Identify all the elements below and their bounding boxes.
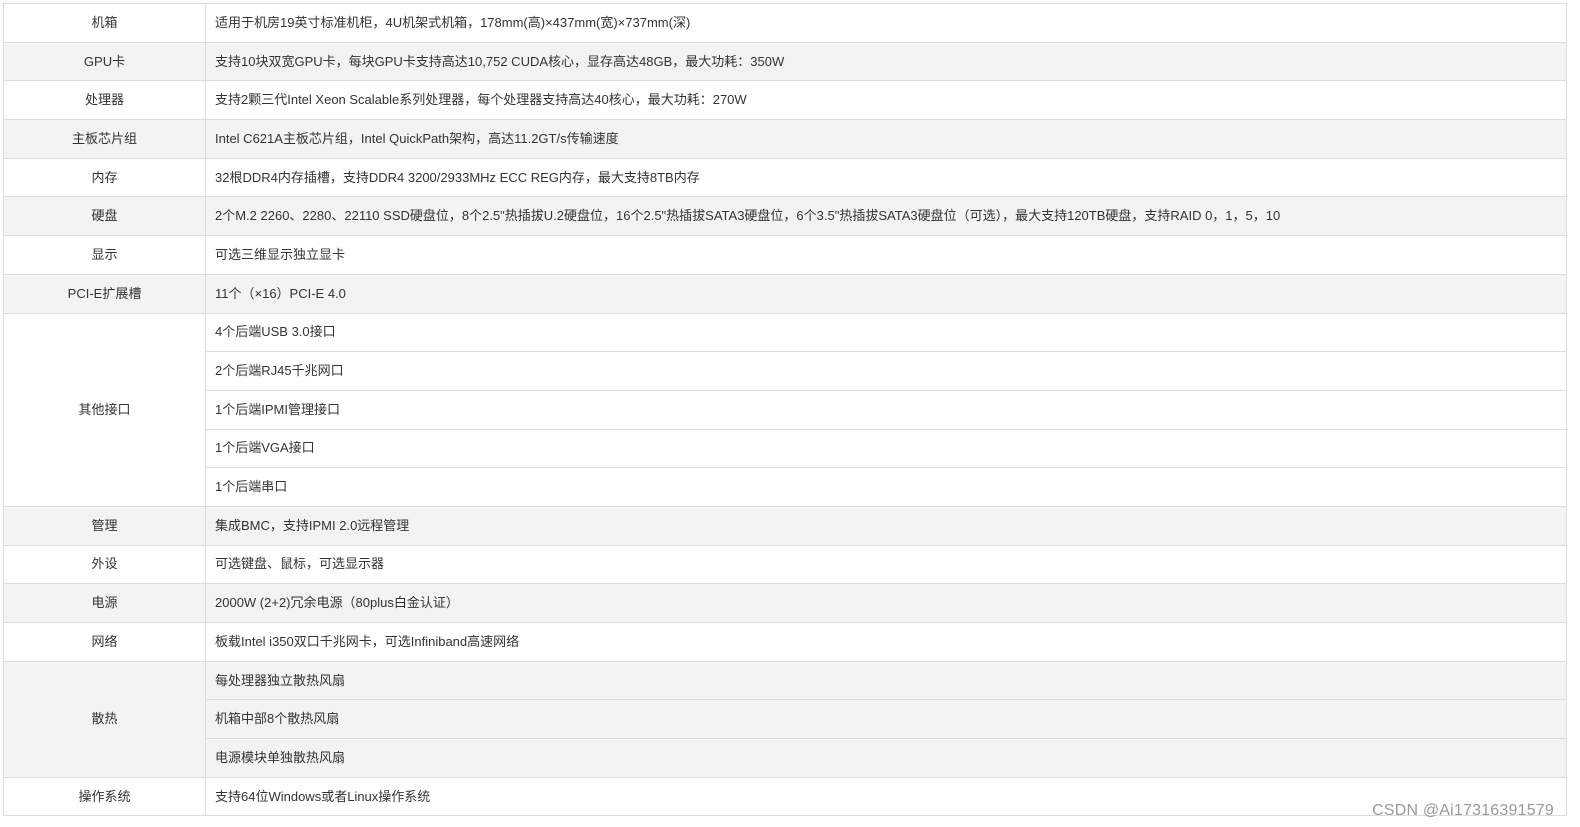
row-label: 管理	[3, 505, 206, 546]
table-row: 操作系统 支持64位Windows或者Linux操作系统	[3, 776, 1567, 817]
row-label: PCI-E扩展槽	[3, 273, 206, 314]
table-row: 2个后端RJ45千兆网口	[4, 351, 1567, 391]
row-label: 操作系统	[3, 776, 206, 817]
row-value: 每处理器独立散热风扇	[205, 660, 1567, 701]
spec-page: 机箱 适用于机房19英寸标准机柜，4U机架式机箱，178mm(高)×437mm(宽…	[0, 0, 1580, 827]
table-row: 硬盘 2个M.2 2260、2280、22110 SSD硬盘位，8个2.5"热插拔…	[3, 196, 1567, 237]
row-label: 电源	[3, 583, 206, 623]
row-value: 支持10块双宽GPU卡，每块GPU卡支持高达10,752 CUDA核心，显存高达…	[205, 41, 1567, 82]
row-label: 显示	[3, 235, 206, 275]
row-value: Intel C621A主板芯片组，Intel QuickPath架构，高达11.…	[205, 119, 1567, 159]
row-value: 2个后端RJ45千兆网口	[205, 351, 1567, 391]
row-label: GPU卡	[3, 41, 206, 82]
table-row: 电源模块单独散热风扇	[4, 738, 1567, 778]
row-value: 32根DDR4内存插槽，支持DDR4 3200/2933MHz ECC REG内…	[205, 157, 1567, 198]
table-row: 1个后端串口	[4, 467, 1567, 507]
table-row: GPU卡 支持10块双宽GPU卡，每块GPU卡支持高达10,752 CUDA核心，…	[3, 41, 1567, 82]
table-row: 网络 板载Intel i350双口千兆网卡，可选Infiniband高速网络	[3, 622, 1567, 662]
table-row: 机箱 适用于机房19英寸标准机柜，4U机架式机箱，178mm(高)×437mm(宽…	[3, 3, 1567, 43]
row-value: 适用于机房19英寸标准机柜，4U机架式机箱，178mm(高)×437mm(宽)×…	[205, 3, 1567, 43]
spec-table-body: 机箱 适用于机房19英寸标准机柜，4U机架式机箱，178mm(高)×437mm(宽…	[3, 3, 1567, 817]
table-row: 处理器 支持2颗三代Intel Xeon Scalable系列处理器，每个处理器支…	[3, 80, 1567, 121]
row-value: 1个后端VGA接口	[205, 428, 1567, 469]
row-value: 支持2颗三代Intel Xeon Scalable系列处理器，每个处理器支持高达…	[205, 80, 1567, 121]
table-row: 散热 每处理器独立散热风扇	[3, 660, 1567, 778]
table-row: 管理 集成BMC，支持IPMI 2.0远程管理	[3, 505, 1567, 546]
row-label: 其他接口	[3, 312, 206, 507]
row-label: 网络	[3, 622, 206, 662]
row-value: 机箱中部8个散热风扇	[205, 699, 1567, 740]
table-row: 机箱中部8个散热风扇	[4, 699, 1567, 740]
row-label: 处理器	[3, 80, 206, 121]
row-label: 机箱	[3, 3, 206, 43]
row-value: 2000W (2+2)冗余电源（80plus白金认证）	[205, 583, 1567, 623]
table-row: PCI-E扩展槽 11个（×16）PCI-E 4.0	[3, 273, 1567, 314]
row-value: 板载Intel i350双口千兆网卡，可选Infiniband高速网络	[205, 622, 1567, 662]
table-row: 其他接口 4个后端USB 3.0接口	[3, 312, 1567, 507]
row-label: 硬盘	[3, 196, 206, 237]
row-value: 集成BMC，支持IPMI 2.0远程管理	[205, 505, 1567, 546]
table-row: 主板芯片组 Intel C621A主板芯片组，Intel QuickPath架构，…	[3, 119, 1567, 159]
row-value: 可选三维显示独立显卡	[205, 235, 1567, 275]
table-row: 电源 2000W (2+2)冗余电源（80plus白金认证）	[3, 583, 1567, 623]
table-row: 显示 可选三维显示独立显卡	[3, 235, 1567, 275]
row-label: 散热	[3, 660, 206, 778]
row-label: 内存	[3, 157, 206, 198]
row-value: 1个后端IPMI管理接口	[205, 389, 1567, 430]
row-label: 外设	[3, 544, 206, 585]
table-row: 1个后端IPMI管理接口	[4, 389, 1567, 430]
table-row: 1个后端VGA接口	[4, 428, 1567, 469]
row-value: 4个后端USB 3.0接口	[205, 312, 1567, 353]
table-row: 内存 32根DDR4内存插槽，支持DDR4 3200/2933MHz ECC RE…	[3, 157, 1567, 198]
watermark: CSDN @Ai17316391579	[1372, 802, 1554, 819]
row-value: 电源模块单独散热风扇	[205, 738, 1567, 778]
spec-table: 机箱 适用于机房19英寸标准机柜，4U机架式机箱，178mm(高)×437mm(宽…	[3, 3, 1567, 817]
row-value: 可选键盘、鼠标，可选显示器	[205, 544, 1567, 585]
table-row: 外设 可选键盘、鼠标，可选显示器	[3, 544, 1567, 585]
row-value: 2个M.2 2260、2280、22110 SSD硬盘位，8个2.5"热插拔U.…	[205, 196, 1567, 237]
row-label: 主板芯片组	[3, 119, 206, 159]
row-value: 1个后端串口	[205, 467, 1567, 507]
row-value: 支持64位Windows或者Linux操作系统	[205, 776, 1567, 817]
row-value: 11个（×16）PCI-E 4.0	[205, 273, 1567, 314]
